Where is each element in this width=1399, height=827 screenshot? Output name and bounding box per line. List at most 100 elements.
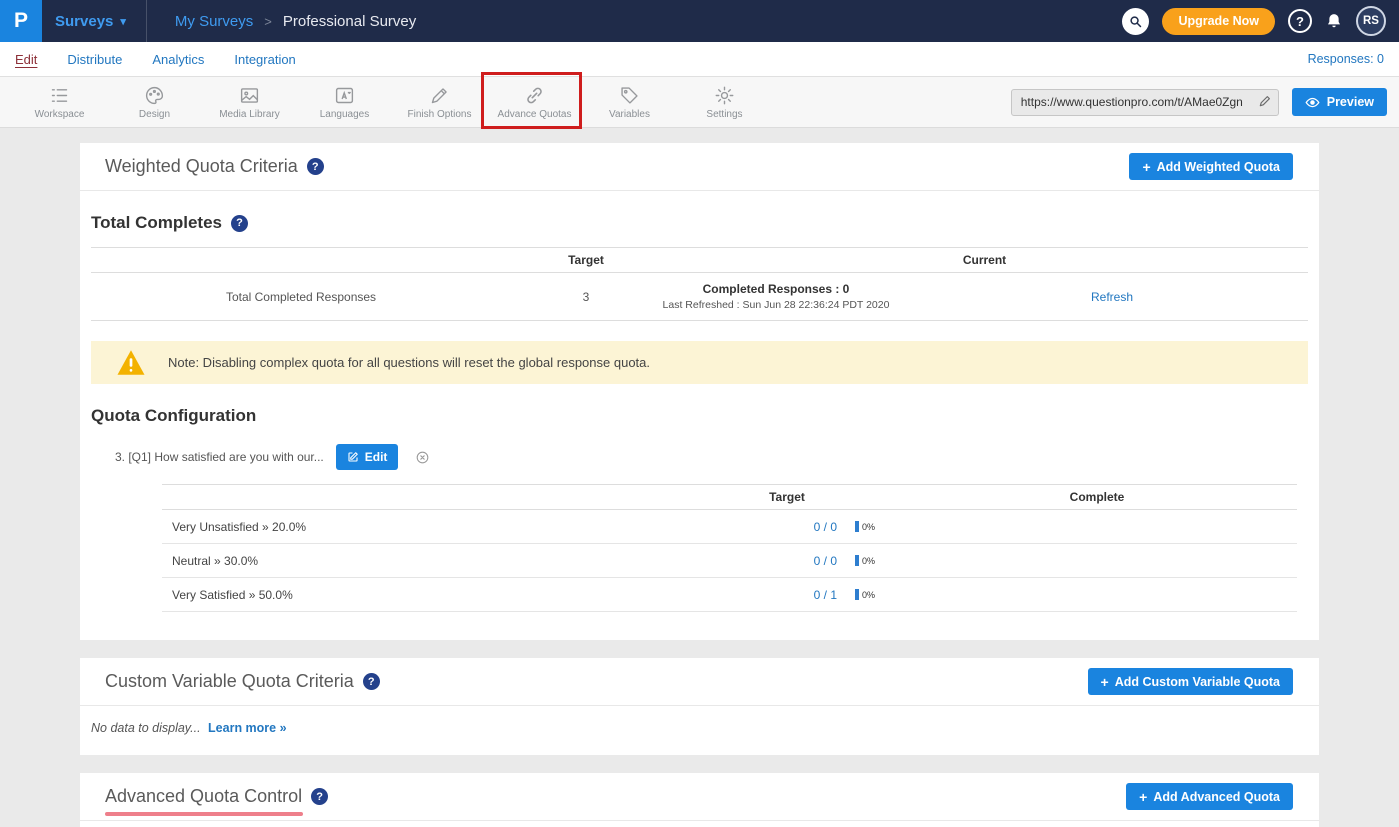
survey-url-input[interactable] <box>1011 89 1279 116</box>
finish-options-icon <box>429 85 450 106</box>
add-weighted-quota-label: Add Weighted Quota <box>1157 160 1280 174</box>
search-icon[interactable] <box>1122 8 1149 35</box>
quota-row-label: Very Unsatisfied » 20.0% <box>162 520 677 534</box>
preview-button[interactable]: Preview <box>1292 88 1387 116</box>
total-completes-title-wrap: Total Completes ? <box>91 213 1308 233</box>
custom-variable-quota-header: Custom Variable Quota Criteria ? + Add C… <box>80 658 1319 706</box>
breadcrumb: My Surveys > Professional Survey <box>175 13 416 30</box>
quota-row-label: Neutral » 30.0% <box>162 554 677 568</box>
tab-integration[interactable]: Integration <box>234 52 295 67</box>
toolbar-item-label: Finish Options <box>408 109 472 120</box>
breadcrumb-current: Professional Survey <box>283 13 416 30</box>
weighted-quota-title-wrap: Weighted Quota Criteria ? <box>105 156 324 177</box>
total-completes-row: Total Completed Responses 3 Completed Re… <box>91 273 1308 321</box>
quota-progress: 0% <box>837 521 897 532</box>
quota-row-target: 0 / 0 <box>677 520 837 534</box>
product-label: Surveys <box>55 13 113 30</box>
toolbar-item-design[interactable]: Design <box>107 85 202 120</box>
quota-question-label: 3. [Q1] How satisfied are you with our..… <box>115 450 324 464</box>
toolbar-item-media-library[interactable]: Media Library <box>202 85 297 120</box>
quota-note-banner: Note: Disabling complex quota for all qu… <box>91 341 1308 384</box>
annotation-underline <box>105 812 303 816</box>
weighted-quota-header: Weighted Quota Criteria ? + Add Weighted… <box>80 143 1319 191</box>
quota-progress: 0% <box>837 589 897 600</box>
toolbar-item-label: Design <box>139 109 170 120</box>
quota-note-text: Note: Disabling complex quota for all qu… <box>168 355 650 370</box>
quotas-icon <box>524 85 545 106</box>
notifications-icon[interactable] <box>1325 12 1343 30</box>
col-target: Target <box>677 490 897 504</box>
toolbar-item-workspace[interactable]: Workspace <box>12 85 107 120</box>
main-nav: Edit Distribute Analytics Integration Re… <box>0 42 1399 77</box>
completed-responses-text: Completed Responses : 0 <box>703 282 850 296</box>
preview-label: Preview <box>1327 95 1374 109</box>
toolbar-item-label: Workspace <box>35 109 85 120</box>
design-icon <box>144 85 165 106</box>
responses-count[interactable]: Responses: 0 <box>1308 52 1384 66</box>
target-value: 3 <box>511 290 661 304</box>
quota-row-target: 0 / 0 <box>677 554 837 568</box>
add-weighted-quota-button[interactable]: + Add Weighted Quota <box>1129 153 1293 180</box>
toolbar-item-advance-quotas[interactable]: Advance Quotas <box>487 85 582 120</box>
tab-distribute[interactable]: Distribute <box>67 52 122 67</box>
tab-edit[interactable]: Edit <box>15 52 37 67</box>
remove-quota-icon[interactable] <box>415 450 430 465</box>
quota-row-very-unsatisfied: Very Unsatisfied » 20.0% 0 / 0 0% <box>162 510 1297 544</box>
total-completes-row-label: Total Completed Responses <box>91 290 511 304</box>
toolbar-item-label: Settings <box>706 109 742 120</box>
current-status: Completed Responses : 0 Last Refreshed :… <box>661 282 891 311</box>
add-custom-variable-quota-button[interactable]: + Add Custom Variable Quota <box>1088 668 1294 695</box>
quota-row-very-satisfied: Very Satisfied » 50.0% 0 / 1 0% <box>162 578 1297 612</box>
custom-variable-quota-empty: No data to display... Learn more » <box>80 706 1319 755</box>
quota-config-header-row: Target Complete <box>162 484 1297 510</box>
plus-icon: + <box>1101 674 1109 690</box>
upgrade-button[interactable]: Upgrade Now <box>1162 8 1275 35</box>
col-complete: Complete <box>897 490 1297 504</box>
toolbar-item-variables[interactable]: Variables <box>582 85 677 120</box>
progress-bar <box>855 521 859 532</box>
advanced-quota-title-wrap: Advanced Quota Control ? <box>105 786 328 807</box>
edit-question-quota-button[interactable]: Edit <box>336 444 399 470</box>
weighted-quota-body: Total Completes ? Target Current Total C… <box>80 213 1319 640</box>
media-library-icon <box>239 85 260 106</box>
advanced-quota-header: Advanced Quota Control ? + Add Advanced … <box>80 773 1319 821</box>
breadcrumb-my-surveys[interactable]: My Surveys <box>175 13 253 30</box>
quota-question-row: 3. [Q1] How satisfied are you with our..… <box>115 444 1308 470</box>
custom-variable-quota-title: Custom Variable Quota Criteria <box>105 671 354 692</box>
tab-analytics[interactable]: Analytics <box>152 52 204 67</box>
survey-toolbar: Workspace Design Media Library <box>0 77 1399 128</box>
col-target: Target <box>511 253 661 267</box>
toolbar-item-finish-options[interactable]: Finish Options <box>392 85 487 120</box>
learn-more-link[interactable]: Learn more » <box>208 721 287 735</box>
toolbar-item-settings[interactable]: Settings <box>677 85 772 120</box>
questionpro-logo[interactable]: P <box>0 0 42 42</box>
add-advanced-quota-button[interactable]: + Add Advanced Quota <box>1126 783 1293 810</box>
weighted-quota-title: Weighted Quota Criteria <box>105 156 298 177</box>
edit-url-icon[interactable] <box>1258 94 1272 108</box>
custom-variable-quota-help-icon[interactable]: ? <box>363 673 380 690</box>
toolbar-item-languages[interactable]: Languages <box>297 85 392 120</box>
variables-icon <box>619 85 640 106</box>
workspace-icon <box>49 85 70 106</box>
warning-icon <box>116 349 146 376</box>
help-icon[interactable]: ? <box>1288 9 1312 33</box>
edit-button-label: Edit <box>365 450 388 464</box>
advanced-quota-title: Advanced Quota Control <box>105 786 302 807</box>
last-refreshed-text: Last Refreshed : Sun Jun 28 22:36:24 PDT… <box>663 299 890 311</box>
languages-icon <box>334 85 355 106</box>
product-switcher[interactable]: Surveys ▾ <box>55 13 126 30</box>
refresh-link[interactable]: Refresh <box>891 290 1308 304</box>
add-advanced-quota-label: Add Advanced Quota <box>1153 790 1280 804</box>
breadcrumb-separator: > <box>264 14 272 29</box>
quota-config-title: Quota Configuration <box>91 406 1308 426</box>
edit-icon <box>347 451 359 463</box>
plus-icon: + <box>1139 789 1147 805</box>
weighted-quota-help-icon[interactable]: ? <box>307 158 324 175</box>
total-completes-help-icon[interactable]: ? <box>231 215 248 232</box>
advanced-quota-help-icon[interactable]: ? <box>311 788 328 805</box>
progress-bar <box>855 589 859 600</box>
add-custom-variable-quota-label: Add Custom Variable Quota <box>1115 675 1280 689</box>
advanced-quota-card: Advanced Quota Control ? + Add Advanced … <box>80 773 1319 827</box>
avatar[interactable]: RS <box>1356 6 1386 36</box>
content-area: Weighted Quota Criteria ? + Add Weighted… <box>0 128 1399 827</box>
